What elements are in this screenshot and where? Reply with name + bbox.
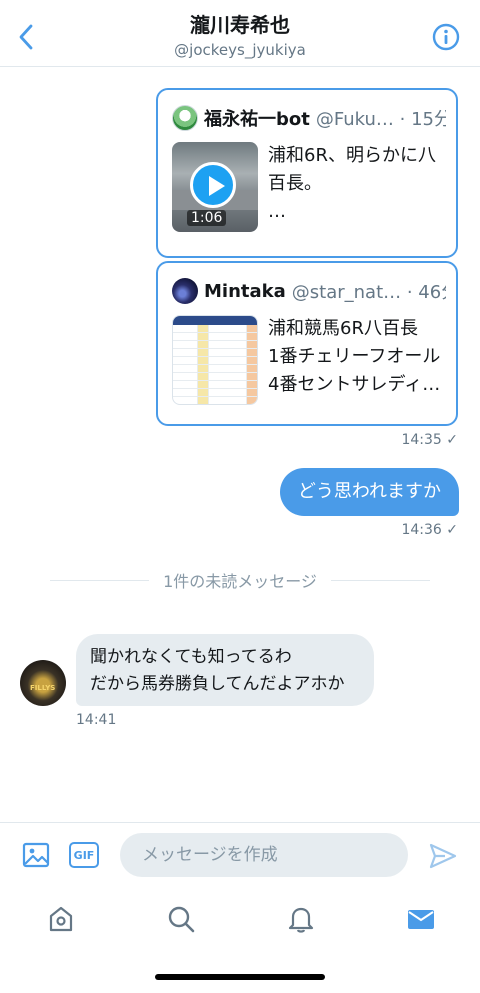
search-icon[interactable] <box>166 904 196 934</box>
play-icon[interactable] <box>190 162 236 208</box>
incoming-message[interactable]: 聞かれなくても知ってるわ だから馬券勝負してんだよアホか <box>76 634 374 706</box>
home-indicator <box>155 974 325 980</box>
tweet-author-name: 福永祐一bot <box>204 109 310 130</box>
outgoing-message[interactable]: どう思われますか <box>279 468 459 516</box>
conversation-handle: @jockeys_jyukiya <box>174 41 306 59</box>
avatar <box>172 105 198 131</box>
video-duration: 1:06 <box>187 210 227 226</box>
tweet-author-row: Mintaka @star_nat… · 46分 <box>172 277 446 305</box>
unread-divider: 1件の未読メッセージ <box>50 568 430 592</box>
gif-button[interactable]: GIF <box>69 842 99 868</box>
shared-tweet-card[interactable]: 福永祐一bot @Fuku… · 15分 1:06 浦和6R、明らかに八 百長。… <box>156 88 458 258</box>
shared-tweet-card[interactable]: Mintaka @star_nat… · 46分 浦和競馬6R八百長 1番チェリ… <box>156 261 458 426</box>
message-timestamp: 14:35 ✓ <box>401 432 458 448</box>
message-timestamp: 14:36 ✓ <box>401 522 458 538</box>
send-icon[interactable] <box>428 841 458 871</box>
header-titles: 瀧川寿希也 @jockeys_jyukiya <box>0 12 480 60</box>
message-timestamp: 14:41 <box>76 712 117 728</box>
tweet-author-handle: @Fuku… · 15分 <box>315 109 446 130</box>
conversation-title: 瀧川寿希也 <box>190 13 290 37</box>
info-icon[interactable] <box>432 23 460 51</box>
avatar <box>172 278 198 304</box>
mail-icon[interactable] <box>406 904 436 934</box>
conversation-header: 瀧川寿希也 @jockeys_jyukiya <box>0 0 480 67</box>
home-icon[interactable] <box>46 904 76 934</box>
unread-label: 1件の未読メッセージ <box>163 572 317 591</box>
message-composer: GIF <box>0 822 480 889</box>
tweet-text: 浦和6R、明らかに八 百長。 … <box>268 145 436 222</box>
image-icon[interactable] <box>22 841 50 869</box>
video-thumbnail[interactable]: 1:06 <box>172 142 258 232</box>
tweet-author-name: Mintaka <box>204 280 286 302</box>
tweet-author-handle: @star_nat… · 46分 <box>291 282 446 303</box>
odds-table-thumbnail[interactable] <box>172 315 258 405</box>
bell-icon[interactable] <box>286 904 316 934</box>
avatar-tag: FILLYS <box>30 684 56 692</box>
tweet-text: 浦和競馬6R八百長 1番チェリーフオール 4番セントサレディ… <box>268 318 441 395</box>
tweet-author-row: 福永祐一bot @Fuku… · 15分 <box>172 104 446 132</box>
message-input[interactable] <box>120 833 408 877</box>
avatar[interactable]: FILLYS <box>20 660 66 706</box>
bottom-tab-bar <box>0 890 480 948</box>
